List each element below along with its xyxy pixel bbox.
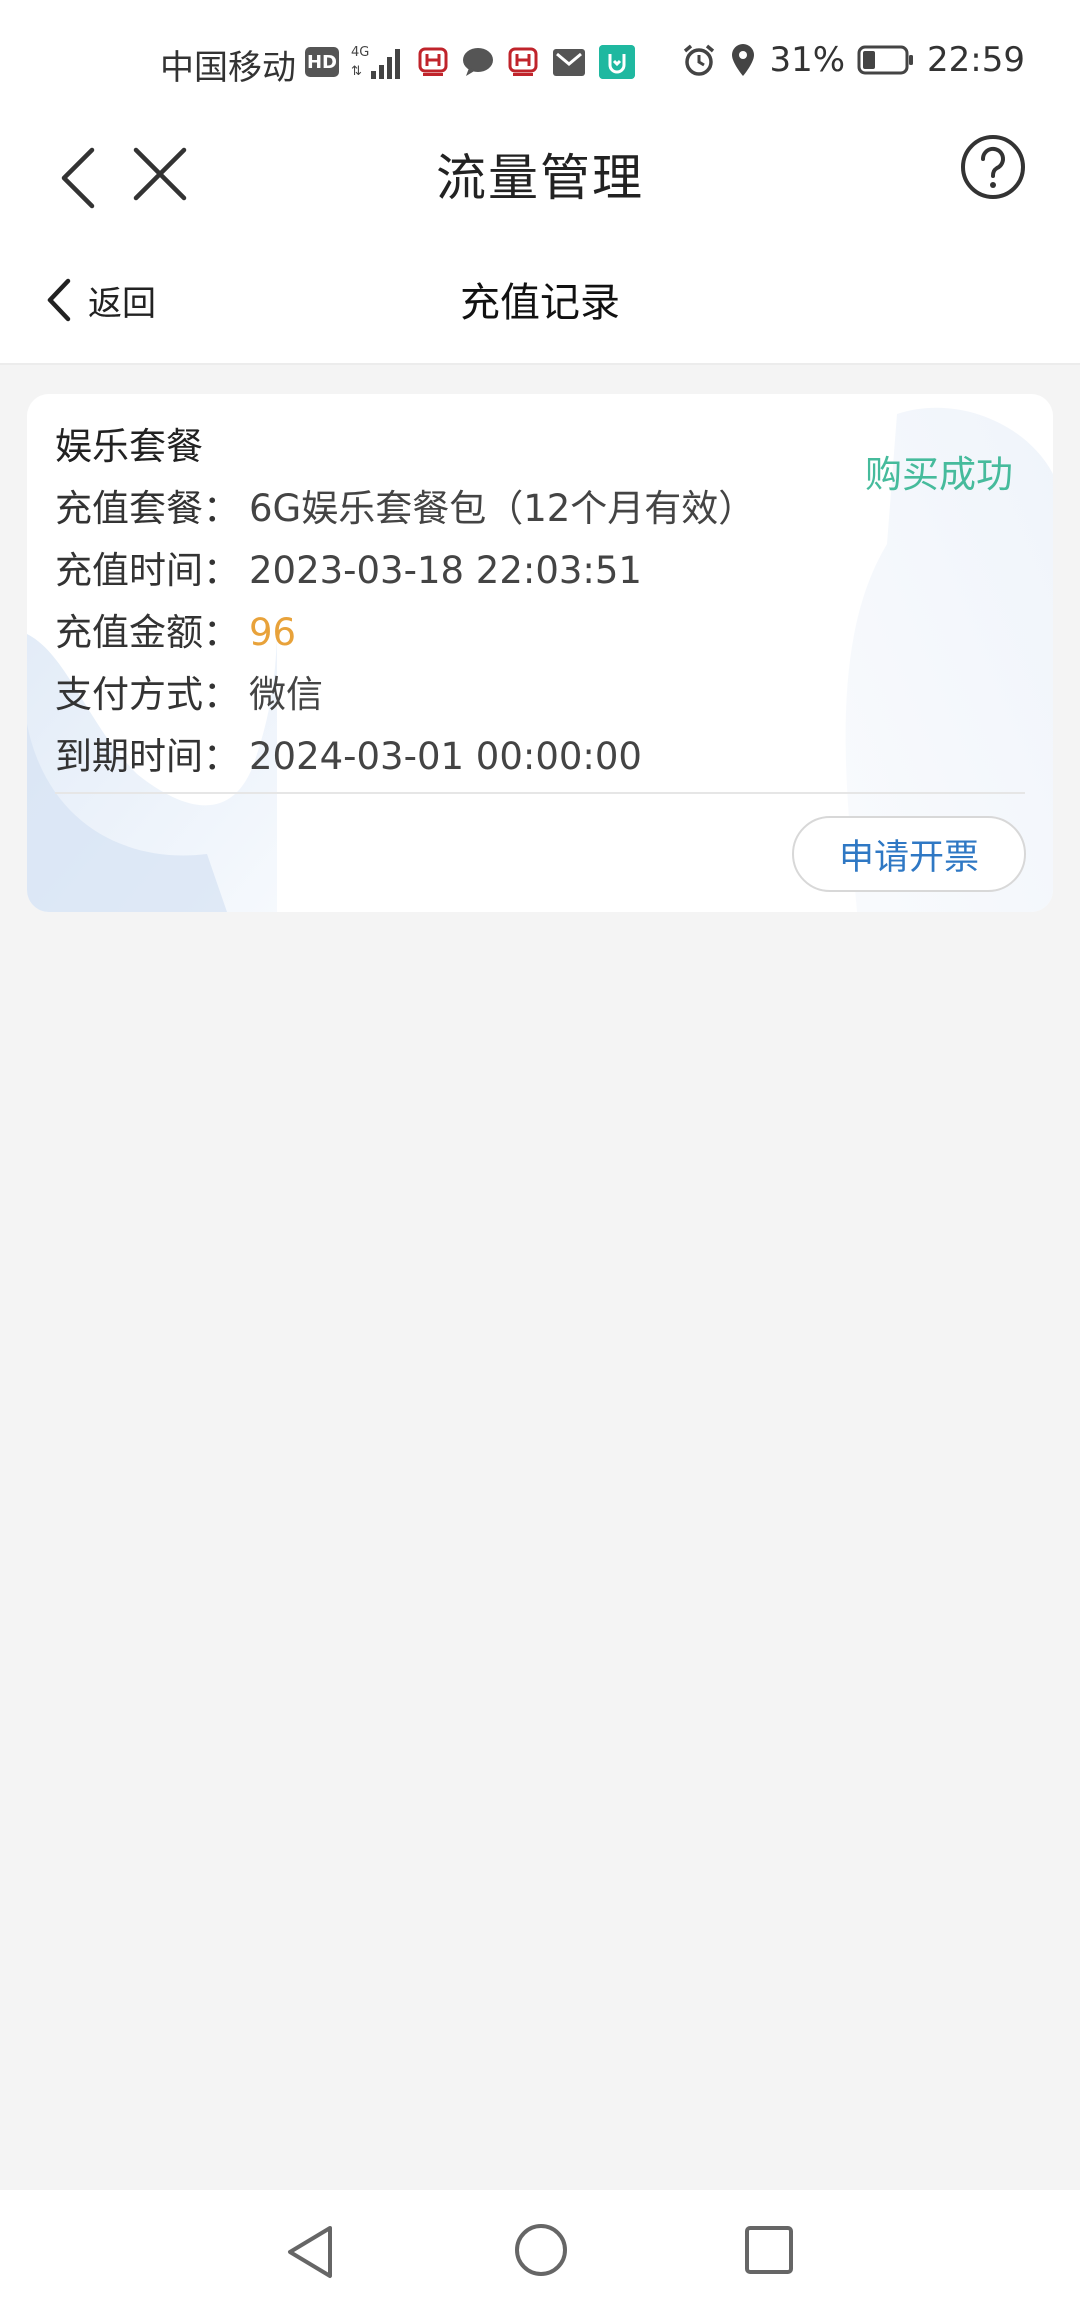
help-icon[interactable] bbox=[958, 132, 1028, 202]
mail-icon bbox=[553, 49, 585, 76]
signal-4g-icon: 4G ⇅ bbox=[351, 45, 400, 79]
status-icons-left: HD 4G ⇅ bbox=[305, 42, 635, 82]
info-label: 充值时间： bbox=[55, 549, 240, 592]
apply-invoice-button[interactable]: 申请开票 bbox=[792, 816, 1026, 892]
battery-icon bbox=[857, 45, 914, 75]
info-value: 6G娱乐套餐包（12个月有效） bbox=[249, 487, 756, 530]
location-icon bbox=[732, 44, 755, 76]
info-value: 微信 bbox=[249, 673, 323, 716]
info-row-time: 充值时间： 2023-03-18 22:03:51 bbox=[55, 540, 1025, 602]
sub-header: 返回 充值记录 bbox=[0, 240, 1080, 365]
info-row-payment: 支付方式： 微信 bbox=[55, 664, 1025, 726]
status-icons-right: 31% 22:59 bbox=[681, 40, 1025, 80]
info-value: 2024-03-01 00:00:00 bbox=[249, 735, 642, 778]
sub-page-title: 充值记录 bbox=[460, 280, 620, 326]
svg-text:4G: 4G bbox=[351, 45, 369, 60]
info-row-expiry: 到期时间： 2024-03-01 00:00:00 bbox=[55, 726, 1025, 788]
status-bar: 中国移动 HD 4G ⇅ 31% 22:59 bbox=[0, 0, 1080, 120]
info-label: 到期时间： bbox=[55, 735, 240, 778]
purchase-status: 购买成功 bbox=[865, 453, 1013, 496]
nav-recent-icon[interactable] bbox=[743, 2224, 795, 2276]
info-value: 2023-03-18 22:03:51 bbox=[249, 549, 642, 592]
carrier-name: 中国移动 bbox=[160, 48, 296, 88]
honda-icon bbox=[418, 47, 448, 76]
message-icon bbox=[463, 48, 493, 76]
info-label: 充值金额： bbox=[55, 611, 240, 654]
alarm-icon bbox=[684, 44, 715, 76]
nav-back-icon[interactable] bbox=[282, 2222, 338, 2282]
svg-text:⇅: ⇅ bbox=[351, 64, 362, 79]
system-nav-bar bbox=[0, 2190, 1080, 2310]
mi-home-icon bbox=[599, 45, 635, 79]
hd-icon: HD bbox=[305, 47, 339, 77]
amount-value: 96 bbox=[249, 611, 297, 654]
page-title: 流量管理 bbox=[436, 149, 644, 207]
nav-home-icon[interactable] bbox=[513, 2222, 569, 2278]
info-row-amount: 充值金额： 96 bbox=[55, 602, 1025, 664]
clock-time: 22:59 bbox=[927, 40, 1025, 80]
battery-percent: 31% bbox=[769, 40, 846, 80]
divider bbox=[55, 792, 1025, 794]
recharge-record-card: 娱乐套餐 充值套餐： 6G娱乐套餐包（12个月有效） 充值时间： 2023-03… bbox=[27, 394, 1053, 912]
info-label: 支付方式： bbox=[55, 673, 240, 716]
app-header: 流量管理 bbox=[0, 120, 1080, 240]
honda-icon-2 bbox=[508, 47, 538, 76]
info-label: 充值套餐： bbox=[55, 487, 240, 530]
